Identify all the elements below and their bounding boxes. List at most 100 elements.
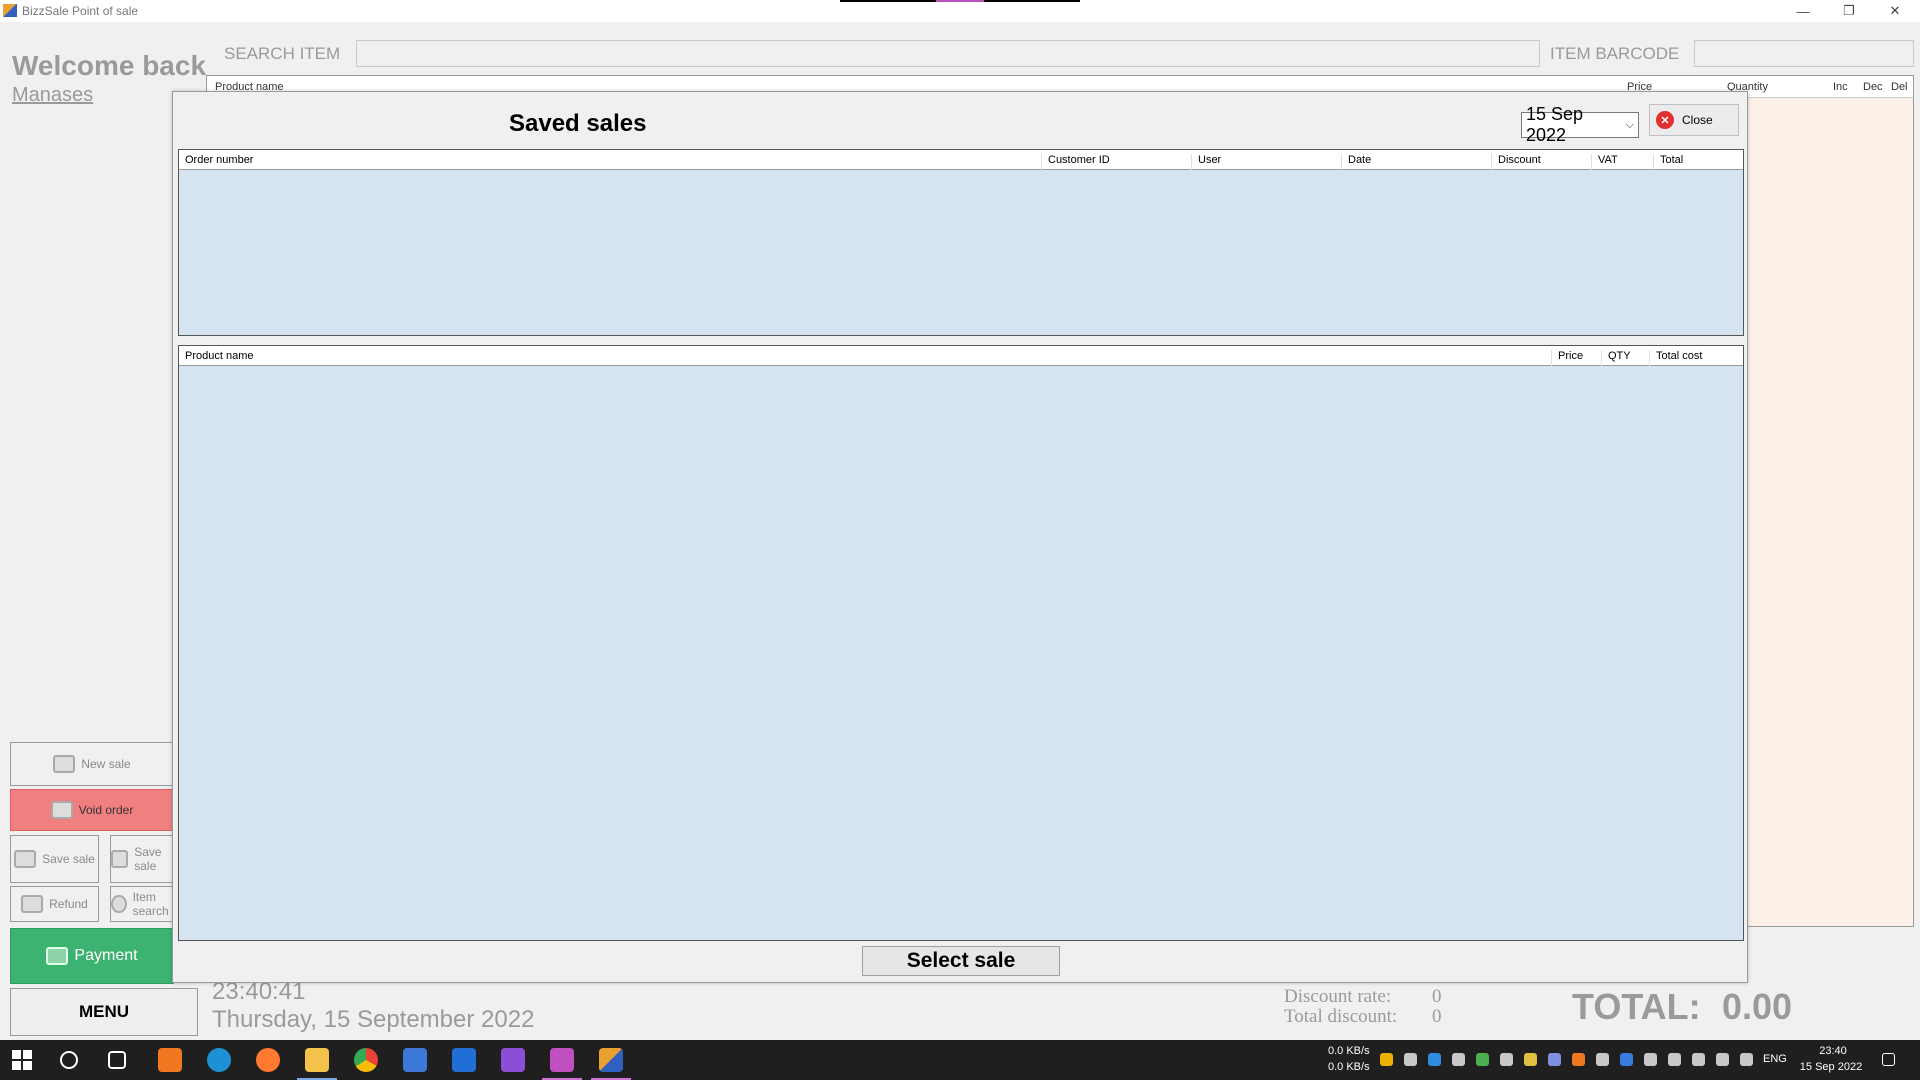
sale-items-grid[interactable]: Product name Price QTY Total cost bbox=[178, 345, 1744, 941]
refund-label: Refund bbox=[49, 897, 88, 911]
discount-rate-value: 0 bbox=[1432, 986, 1442, 1007]
edge-browser-icon[interactable] bbox=[207, 1048, 231, 1072]
tray-app-icon[interactable] bbox=[1596, 1053, 1609, 1066]
col-product-name[interactable]: Product name bbox=[179, 350, 253, 369]
tray-app-icon[interactable] bbox=[1572, 1053, 1585, 1066]
total-label: TOTAL: bbox=[1572, 986, 1701, 1027]
file-explorer-icon[interactable] bbox=[305, 1048, 329, 1072]
search-tool-icon[interactable] bbox=[158, 1048, 182, 1072]
col-total[interactable]: Total bbox=[1653, 154, 1683, 173]
menu-button[interactable]: MENU bbox=[10, 988, 198, 1036]
user-name-link[interactable]: Manases bbox=[12, 84, 93, 107]
bluetooth-icon[interactable] bbox=[1620, 1053, 1633, 1066]
saved-sales-dialog: Saved sales 15 Sep 2022 ⌵ ✕ Close Order … bbox=[172, 91, 1748, 983]
search-item-label: SEARCH ITEM bbox=[224, 44, 341, 63]
tray-app-icon[interactable] bbox=[1476, 1053, 1489, 1066]
mail-icon[interactable] bbox=[452, 1048, 476, 1072]
bizzsale-app-icon[interactable] bbox=[599, 1048, 623, 1072]
close-icon: ✕ bbox=[1656, 111, 1674, 129]
clock-date: Thursday, 15 September 2022 bbox=[212, 1006, 535, 1033]
security-icon[interactable] bbox=[1668, 1053, 1681, 1066]
payment-button[interactable]: Payment bbox=[10, 928, 174, 984]
tray-app-icon[interactable] bbox=[1548, 1053, 1561, 1066]
volume-icon[interactable] bbox=[1740, 1053, 1753, 1066]
item-search-label: Item search bbox=[132, 890, 169, 918]
task-view-icon[interactable] bbox=[108, 1051, 126, 1069]
firefox-icon[interactable] bbox=[256, 1048, 280, 1072]
close-window-button[interactable]: ✕ bbox=[1872, 0, 1918, 22]
col-discount[interactable]: Discount bbox=[1491, 154, 1541, 173]
chrome-icon[interactable] bbox=[354, 1048, 378, 1072]
window-title: BizzSale Point of sale bbox=[22, 4, 139, 18]
search-item-input[interactable] bbox=[356, 40, 1540, 67]
tray-clock-time[interactable]: 23:40 bbox=[1805, 1045, 1861, 1057]
total-value: 0.00 bbox=[1722, 986, 1793, 1027]
saved-orders-grid[interactable]: Order number Customer ID User Date Disco… bbox=[178, 149, 1744, 336]
date-picker-value: 15 Sep 2022 bbox=[1526, 104, 1584, 145]
search-icon[interactable] bbox=[60, 1051, 78, 1069]
col-price[interactable]: Price bbox=[1551, 350, 1583, 369]
cart-icon bbox=[53, 755, 76, 773]
save-sale-label: Save sale bbox=[42, 852, 95, 866]
void-order-button[interactable]: Void order bbox=[10, 789, 174, 831]
tray-app-icon[interactable] bbox=[1404, 1053, 1417, 1066]
welcome-text: Welcome back bbox=[12, 50, 207, 81]
restore-button[interactable]: ❐ bbox=[1826, 0, 1872, 22]
col-order-number[interactable]: Order number bbox=[179, 154, 253, 173]
chevron-down-icon[interactable]: ⌵ bbox=[1626, 119, 1634, 132]
item-barcode-label: ITEM BARCODE bbox=[1550, 44, 1680, 63]
date-picker[interactable]: 15 Sep 2022 ⌵ bbox=[1521, 104, 1639, 145]
notifications-icon[interactable] bbox=[1882, 1053, 1895, 1066]
refund-icon bbox=[21, 895, 44, 913]
discount-rate-label: Discount rate: bbox=[1284, 986, 1392, 1007]
windows-start-icon[interactable] bbox=[12, 1050, 32, 1070]
void-order-label: Void order bbox=[78, 803, 134, 817]
tray-clock-date[interactable]: 15 Sep 2022 bbox=[1797, 1061, 1865, 1073]
col-total-cost[interactable]: Total cost bbox=[1649, 350, 1702, 369]
minimize-button[interactable]: — bbox=[1780, 0, 1826, 22]
cart-col-del[interactable]: Del bbox=[1891, 81, 1908, 93]
new-sale-label: New sale bbox=[81, 757, 131, 771]
new-sale-button[interactable]: New sale bbox=[10, 742, 174, 786]
save-sale-button[interactable]: Save sale bbox=[10, 835, 99, 883]
item-barcode-input[interactable] bbox=[1694, 40, 1914, 67]
col-date[interactable]: Date bbox=[1341, 154, 1371, 173]
tray-app-icon[interactable] bbox=[1452, 1053, 1465, 1066]
title-bar: BizzSale Point of sale — ❐ ✕ bbox=[0, 0, 1920, 22]
network-download-speed: 0.0 KB/s bbox=[1328, 1045, 1370, 1057]
floppy-disk-icon bbox=[111, 850, 129, 868]
network-icon[interactable] bbox=[1716, 1053, 1729, 1066]
pos-app-icon[interactable] bbox=[550, 1048, 574, 1072]
input-language[interactable]: ENG bbox=[1763, 1053, 1787, 1065]
col-vat[interactable]: VAT bbox=[1591, 154, 1618, 173]
items-grid-header: Product name Price QTY Total cost bbox=[179, 346, 1743, 369]
payment-icon bbox=[46, 947, 69, 965]
tray-app-icon[interactable] bbox=[1500, 1053, 1513, 1066]
tray-app-icon[interactable] bbox=[1380, 1053, 1393, 1066]
dialog-title: Saved sales bbox=[509, 110, 647, 137]
tray-app-icon[interactable] bbox=[1428, 1053, 1441, 1066]
tray-app-icon[interactable] bbox=[1644, 1053, 1657, 1066]
tray-app-icon[interactable] bbox=[1524, 1053, 1537, 1066]
col-qty[interactable]: QTY bbox=[1601, 350, 1631, 369]
app-icon bbox=[3, 4, 17, 17]
saved-sales-button[interactable]: Save sale bbox=[110, 835, 174, 883]
network-upload-speed: 0.0 KB/s bbox=[1328, 1061, 1370, 1073]
cart-col-inc[interactable]: Inc bbox=[1833, 81, 1848, 93]
cart-remove-icon bbox=[50, 801, 73, 819]
select-sale-button[interactable]: Select sale bbox=[862, 946, 1060, 976]
total-discount-value: 0 bbox=[1432, 1006, 1442, 1027]
cart-col-dec[interactable]: Dec bbox=[1863, 81, 1883, 93]
refund-button[interactable]: Refund bbox=[10, 886, 99, 922]
col-customer-id[interactable]: Customer ID bbox=[1041, 154, 1110, 173]
close-label: Close bbox=[1682, 113, 1713, 127]
payment-label: Payment bbox=[74, 947, 138, 964]
battery-icon[interactable] bbox=[1692, 1053, 1705, 1066]
visual-studio-icon[interactable] bbox=[501, 1048, 525, 1072]
store-icon[interactable] bbox=[403, 1048, 427, 1072]
total-discount-label: Total discount: bbox=[1284, 1006, 1398, 1027]
title-accent-highlight bbox=[936, 0, 984, 2]
close-dialog-button[interactable]: ✕ Close bbox=[1649, 104, 1739, 136]
item-search-button[interactable]: Item search bbox=[110, 886, 174, 922]
col-user[interactable]: User bbox=[1191, 154, 1221, 173]
